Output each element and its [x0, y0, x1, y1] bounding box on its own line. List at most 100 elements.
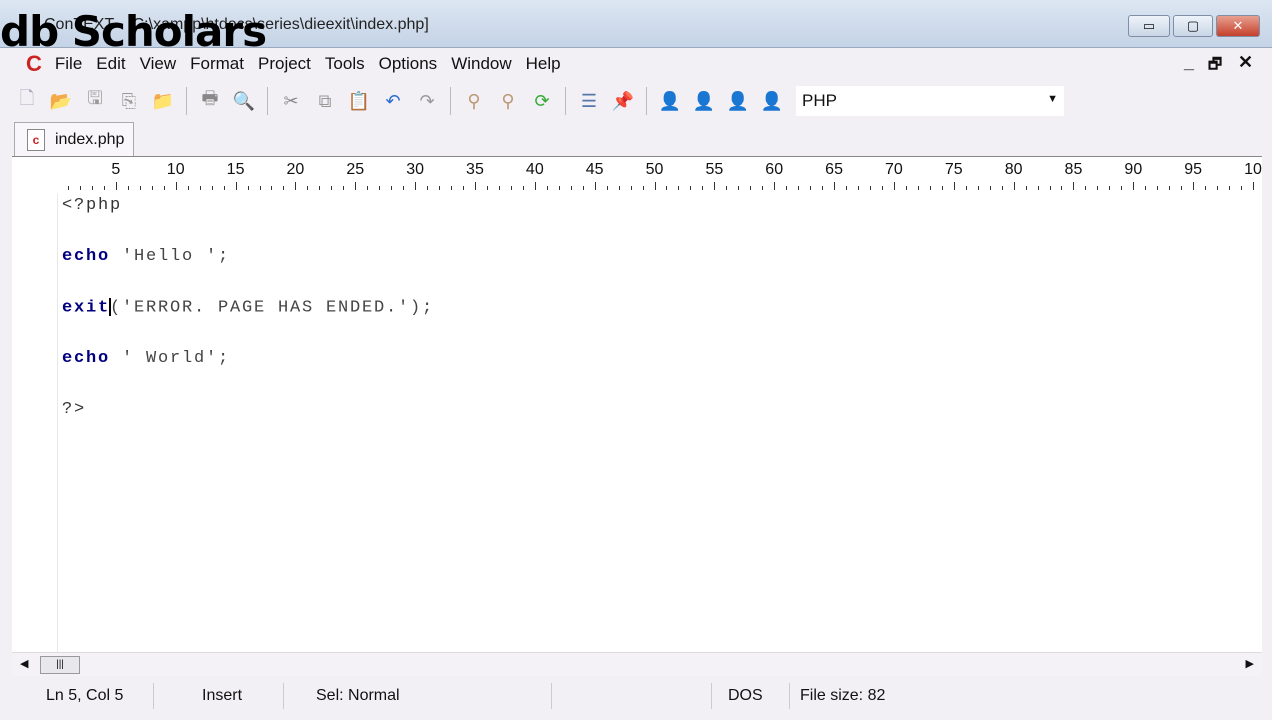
ruler-tick — [714, 182, 716, 190]
menu-tools[interactable]: Tools — [318, 54, 372, 74]
save-icon[interactable]: 🖫 — [82, 88, 108, 114]
copy-icon[interactable]: ⧉ — [312, 88, 338, 114]
php-open-tag: <?php — [62, 196, 123, 215]
ruler-tick — [462, 186, 464, 190]
ruler-label: 65 — [825, 161, 843, 178]
ruler-label: 45 — [585, 161, 604, 178]
close-button[interactable]: ✕ — [1216, 15, 1260, 37]
open-folder-icon[interactable]: 📁 — [150, 88, 176, 114]
code-line: <?php — [62, 196, 122, 215]
maximize-button[interactable]: ▢ — [1173, 15, 1213, 37]
ruler-tick — [750, 186, 752, 190]
ruler-tick — [929, 186, 931, 190]
menu-options[interactable]: Options — [372, 54, 445, 74]
scroll-thumb[interactable]: ||| — [40, 656, 80, 674]
ruler-tick — [283, 186, 285, 190]
doc-close-button[interactable]: ✕ — [1238, 52, 1253, 73]
language-select[interactable]: PHP ▼ — [796, 86, 1064, 116]
menu-file[interactable]: File — [48, 54, 89, 74]
cut-icon[interactable]: ✂ — [278, 88, 304, 114]
minimize-button[interactable]: ▭ — [1128, 15, 1170, 37]
code-text: 'Hello '; — [110, 247, 231, 266]
ruler-tick — [1229, 186, 1231, 190]
ruler-tick — [91, 186, 93, 190]
ruler-tick — [415, 182, 417, 190]
user-2-icon[interactable]: 👤 — [691, 88, 717, 114]
ruler-tick — [810, 186, 812, 190]
menu-window[interactable]: Window — [444, 54, 518, 74]
find-icon[interactable]: ⚲ — [461, 88, 487, 114]
redo-icon[interactable]: ↷ — [414, 88, 440, 114]
pin-icon[interactable]: 📌 — [610, 88, 636, 114]
ruler-tick — [343, 186, 345, 190]
print-icon[interactable]: 🖶 — [197, 88, 223, 114]
menu-view[interactable]: View — [133, 54, 184, 74]
ruler-label: 70 — [885, 161, 903, 178]
replace-icon[interactable]: ⟳ — [529, 88, 555, 114]
ruler-tick — [115, 182, 117, 190]
user-4-icon[interactable]: 👤 — [759, 88, 785, 114]
ruler-tick — [917, 186, 919, 190]
ruler-tick — [965, 186, 967, 190]
ruler-tick — [654, 182, 656, 190]
ruler-tick — [1253, 182, 1254, 190]
ruler-tick — [1109, 186, 1111, 190]
ruler-label: 5 — [111, 161, 121, 178]
doc-minimize-button[interactable]: _ — [1184, 52, 1194, 73]
ruler-tick — [427, 186, 429, 190]
status-position: Ln 5, Col 5 — [12, 683, 154, 709]
ruler-tick — [822, 186, 824, 190]
code-line: ?> — [62, 400, 86, 419]
find-next-icon[interactable]: ⚲ — [495, 88, 521, 114]
code-line: exit('ERROR. PAGE HAS ENDED.'); — [62, 298, 434, 317]
ruler-tick — [474, 182, 476, 190]
menu-project[interactable]: Project — [251, 54, 318, 74]
ruler-tick — [139, 186, 141, 190]
status-mode: Insert — [154, 683, 284, 709]
menu-format[interactable]: Format — [183, 54, 251, 74]
ruler-tick — [259, 186, 261, 190]
ruler-tick — [1169, 186, 1171, 190]
ruler-label: 85 — [1064, 161, 1083, 178]
ruler-tick — [498, 186, 500, 190]
ruler-label: 50 — [645, 161, 664, 178]
ruler-label: 95 — [1184, 161, 1203, 178]
menu-help[interactable]: Help — [519, 54, 568, 74]
status-line-ending: DOS — [712, 683, 790, 709]
ruler-tick — [1001, 186, 1003, 190]
ruler-tick — [690, 186, 692, 190]
ruler-tick — [1025, 186, 1027, 190]
undo-icon[interactable]: ↶ — [380, 88, 406, 114]
app-logo-icon: C — [26, 51, 42, 76]
menu-edit[interactable]: Edit — [89, 54, 132, 74]
ruler-label: 40 — [525, 161, 544, 178]
user-1-icon[interactable]: 👤 — [657, 88, 683, 114]
keyword: echo — [62, 349, 111, 368]
paste-icon[interactable]: 📋 — [346, 88, 372, 114]
code-editor[interactable]: <?php echo 'Hello '; exit('ERROR. PAGE H… — [12, 194, 1262, 652]
ruler-label: 90 — [1124, 161, 1143, 178]
ruler-tick — [103, 186, 105, 190]
ruler-tick — [905, 186, 907, 190]
ruler-tick — [355, 182, 357, 190]
user-3-icon[interactable]: 👤 — [725, 88, 751, 114]
ruler-tick — [127, 186, 129, 190]
new-file-icon[interactable]: 🗋 — [14, 88, 40, 114]
ruler-label: 10 — [166, 161, 185, 178]
ruler-tick — [391, 186, 393, 190]
format-icon[interactable]: ☰ — [576, 88, 602, 114]
scroll-left-icon[interactable]: ◀ — [20, 657, 28, 670]
ruler-label: 55 — [705, 161, 724, 178]
save-all-icon[interactable]: ⎘ — [116, 88, 142, 114]
open-icon[interactable]: 📂 — [48, 88, 74, 114]
tab-index-php[interactable]: c index.php — [14, 122, 134, 156]
ruler-tick — [199, 186, 201, 190]
scroll-right-icon[interactable]: ▶ — [1246, 657, 1254, 670]
ruler-tick — [858, 186, 859, 190]
ruler-label: 15 — [226, 161, 245, 178]
doc-restore-button[interactable]: 🗗 — [1208, 54, 1222, 79]
ruler-tick — [331, 186, 333, 190]
horizontal-scrollbar[interactable]: ◀ ||| ▶ — [12, 652, 1262, 676]
keyword: echo — [62, 247, 111, 266]
print-preview-icon[interactable]: 🔍 — [231, 88, 257, 114]
